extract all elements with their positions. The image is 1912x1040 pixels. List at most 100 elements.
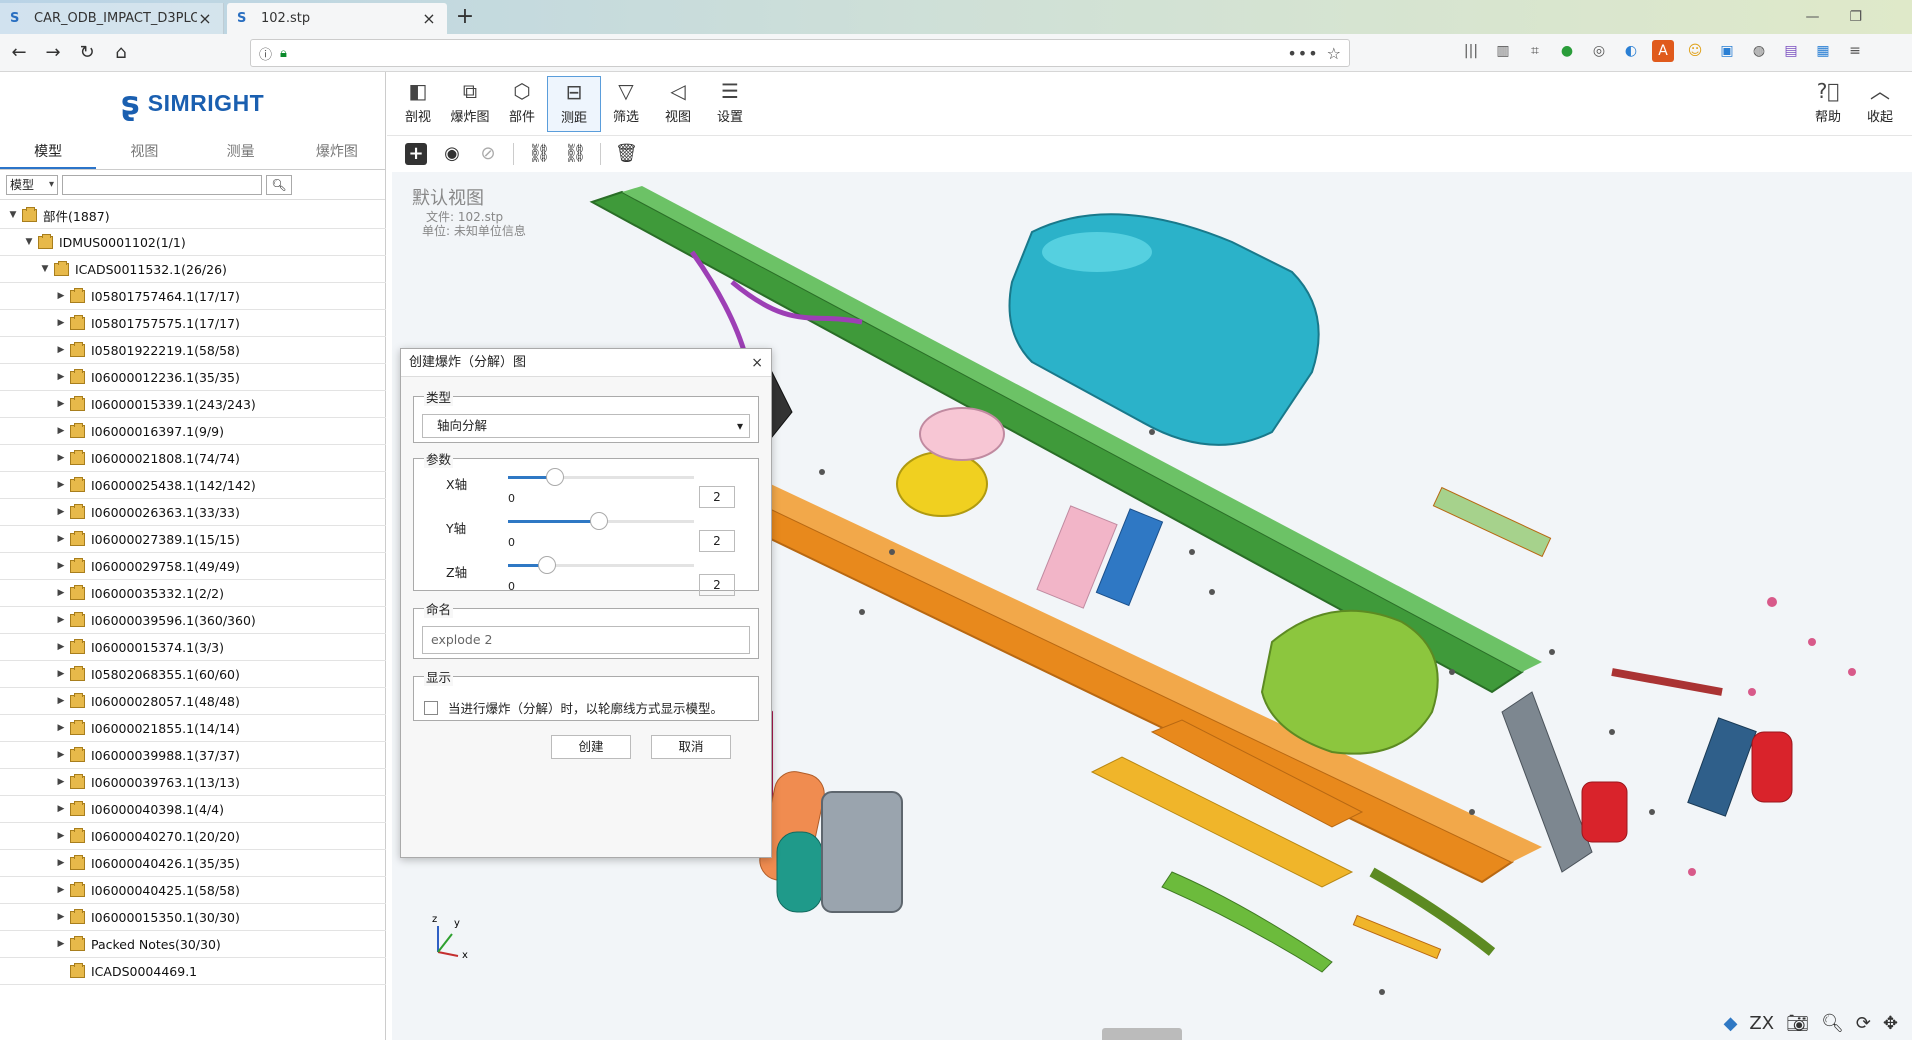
tree-row[interactable]: ▶ I06000027389.1(15/15) (0, 526, 386, 553)
extension-icon[interactable]: ◎ (1588, 40, 1610, 62)
close-tab-icon[interactable]: × (197, 9, 213, 28)
caret-right-icon[interactable]: ▶ (56, 669, 66, 679)
toolbar-button-filter[interactable]: ▽ 筛选 (599, 76, 653, 132)
slider-handle[interactable] (545, 468, 564, 486)
tree-row[interactable]: ▶ I06000039596.1(360/360) (0, 607, 386, 634)
caret-right-icon[interactable]: ▶ (56, 804, 66, 814)
toolbar-button-section[interactable]: ◧ 剖视 (391, 76, 445, 132)
tree-row[interactable]: ▶ I05801757575.1(17/17) (0, 310, 386, 337)
caret-right-icon[interactable]: ▶ (56, 372, 66, 382)
tree-row[interactable]: ▶ I06000026363.1(33/33) (0, 499, 386, 526)
toolbar-button-view[interactable]: ◁ 视图 (651, 76, 705, 132)
browser-tab-102-stp[interactable]: S 102.stp × (227, 3, 447, 34)
tree-row[interactable]: ▼ IDMUS0001102(1/1) (0, 229, 386, 256)
help-button[interactable]: ?⃝ 帮助 (1801, 76, 1855, 132)
tab-measure[interactable]: 测量 (193, 134, 289, 169)
caret-right-icon[interactable]: ▶ (56, 615, 66, 625)
slider-handle[interactable] (590, 512, 609, 530)
caret-down-icon[interactable]: ▼ (8, 210, 18, 220)
tree-row[interactable]: ▶ I06000025438.1(142/142) (0, 472, 386, 499)
tree-row[interactable]: ▶ I06000039763.1(13/13) (0, 769, 386, 796)
home-button[interactable]: ⌂ (106, 38, 136, 68)
toolbar-button-explode[interactable]: ⧉ 爆炸图 (443, 76, 497, 132)
slider-handle[interactable] (538, 556, 557, 574)
caret-right-icon[interactable]: ▶ (56, 858, 66, 868)
slider-value-input[interactable]: 2 (699, 574, 735, 596)
caret-right-icon[interactable]: ▶ (56, 399, 66, 409)
tree-row[interactable]: ▶ I06000040426.1(35/35) (0, 850, 386, 877)
extension-icon[interactable]: ▣ (1716, 40, 1738, 62)
explode-type-select[interactable]: 轴向分解 (422, 414, 750, 438)
extension-icon[interactable]: ◍ (1748, 40, 1770, 62)
bookmark-star-icon[interactable]: ☆ (1327, 44, 1341, 63)
caret-right-icon[interactable]: ▶ (56, 318, 66, 328)
rotate-icon[interactable]: ⟳ (1856, 1013, 1871, 1034)
toolbar-button-cube[interactable]: ⬡ 部件 (495, 76, 549, 132)
tree-row[interactable]: ICADS0004469.1 (0, 958, 386, 985)
caret-right-icon[interactable]: ▶ (56, 831, 66, 841)
tree-search-input[interactable] (62, 174, 262, 195)
create-button[interactable]: 创建 (551, 735, 631, 759)
crop-icon[interactable]: ⌗ (1524, 40, 1546, 62)
cancel-button[interactable]: 取消 (651, 735, 731, 759)
caret-right-icon[interactable]: ▶ (56, 345, 66, 355)
tree-row[interactable]: ▶ I06000040425.1(58/58) (0, 877, 386, 904)
info-icon[interactable]: ⓘ (259, 44, 272, 63)
tree-row[interactable]: ▶ I05801757464.1(17/17) (0, 283, 386, 310)
sidebar-icon[interactable]: ▥ (1492, 40, 1514, 62)
tree-row[interactable]: ▶ I06000021808.1(74/74) (0, 445, 386, 472)
show-icon[interactable]: ◉ (441, 143, 463, 165)
close-tab-icon[interactable]: × (421, 9, 437, 28)
tree-row[interactable]: ▶ I06000016397.1(9/9) (0, 418, 386, 445)
caret-right-icon[interactable]: ▶ (56, 507, 66, 517)
extension-icon[interactable]: A (1652, 40, 1674, 62)
caret-right-icon[interactable]: ▶ (56, 561, 66, 571)
slider-value-input[interactable]: 2 (699, 486, 735, 508)
outline-option[interactable]: 当进行爆炸（分解）时，以轮廓线方式显示模型。 (424, 698, 748, 717)
caret-down-icon[interactable]: ▼ (24, 237, 34, 247)
lock-icon[interactable]: 🔒︎ (280, 46, 287, 61)
tab-model[interactable]: 模型 (0, 134, 97, 169)
tab-view[interactable]: 视图 (96, 134, 192, 169)
tree-row[interactable]: ▼ 部件(1887) (0, 202, 386, 229)
tree-row[interactable]: ▶ I06000015350.1(30/30) (0, 904, 386, 931)
toolbar-button-settings[interactable]: ☰ 设置 (703, 76, 757, 132)
caret-right-icon[interactable]: ▶ (56, 480, 66, 490)
extension-icon[interactable]: ◐ (1620, 40, 1642, 62)
caret-right-icon[interactable]: ▶ (56, 750, 66, 760)
tree-row[interactable]: ▶ Packed Notes(30/30) (0, 931, 386, 958)
tree-row[interactable]: ▶ I05801922219.1(58/58) (0, 337, 386, 364)
minimize-icon[interactable]: — (1805, 9, 1819, 25)
tree-row[interactable]: ▶ I06000040398.1(4/4) (0, 796, 386, 823)
menu-icon[interactable]: ≡ (1844, 40, 1866, 62)
page-actions-icon[interactable]: ••• (1287, 44, 1318, 63)
unlink-icon[interactable]: ⛓ (564, 143, 587, 165)
tab-explode[interactable]: 爆炸图 (289, 134, 385, 169)
reload-button[interactable]: ↻ (72, 38, 102, 68)
bottom-panel-handle[interactable] (1102, 1028, 1182, 1040)
extension-icon[interactable]: ● (1556, 40, 1578, 62)
caret-down-icon[interactable]: ▼ (40, 264, 50, 274)
link-icon[interactable]: ⛓ (528, 143, 551, 165)
search-button[interactable]: 🔍︎ (266, 174, 292, 195)
caret-right-icon[interactable]: ▶ (56, 696, 66, 706)
collapse-button[interactable]: ︿ 收起 (1853, 76, 1907, 132)
close-icon[interactable]: × (751, 349, 763, 377)
zoom-icon[interactable]: 🔍︎ (1821, 1013, 1844, 1034)
slider-track[interactable] (508, 512, 694, 530)
tree-row[interactable]: ▶ I06000040270.1(20/20) (0, 823, 386, 850)
caret-right-icon[interactable]: ▶ (56, 642, 66, 652)
extension-icon[interactable]: ▤ (1780, 40, 1802, 62)
browser-tab-car-odb[interactable]: S CAR_ODB_IMPACT_D3PLOT × (0, 3, 224, 34)
extension-icon[interactable]: ☺ (1684, 40, 1706, 62)
tree-row[interactable]: ▶ I06000015339.1(243/243) (0, 391, 386, 418)
tree-row[interactable]: ▶ I06000028057.1(48/48) (0, 688, 386, 715)
cube-view-icon[interactable]: ◆ (1724, 1013, 1738, 1034)
filter-type-select[interactable]: 模型 (6, 174, 58, 195)
toolbar-button-ruler[interactable]: ⊟ 测距 (547, 76, 601, 132)
caret-right-icon[interactable]: ▶ (56, 426, 66, 436)
new-tab-button[interactable]: + (452, 4, 478, 30)
tree-row[interactable]: ▼ ICADS0011532.1(26/26) (0, 256, 386, 283)
caret-right-icon[interactable]: ▶ (56, 453, 66, 463)
tree-row[interactable]: ▶ I06000029758.1(49/49) (0, 553, 386, 580)
